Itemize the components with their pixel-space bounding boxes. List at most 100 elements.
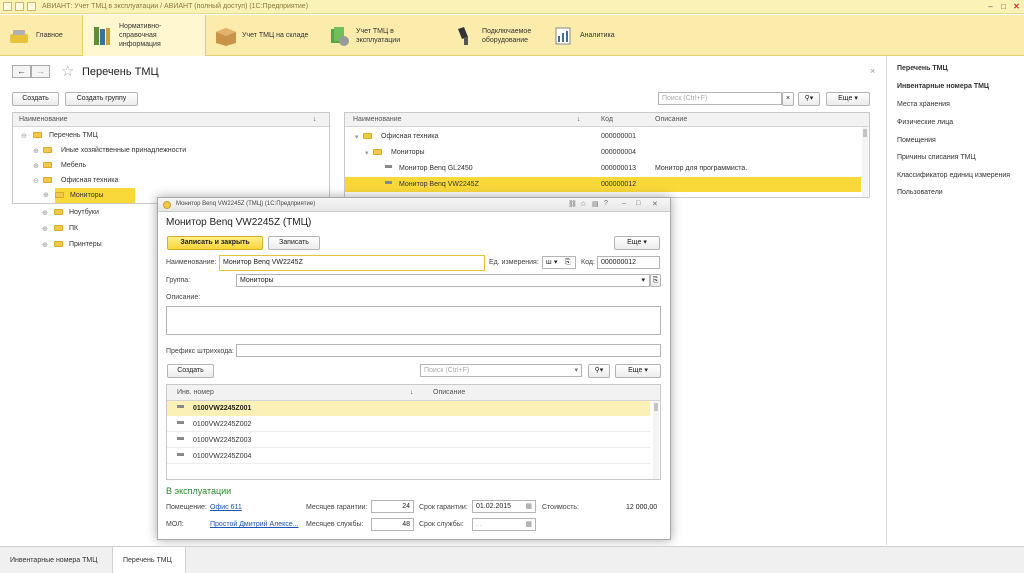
- form-more-button[interactable]: Еще ▾: [614, 236, 660, 250]
- back-arrow-icon[interactable]: ←: [12, 65, 31, 78]
- search-clear-button[interactable]: ×: [782, 92, 794, 106]
- clear-icon: ×: [785, 95, 791, 102]
- folder-icon: [54, 225, 63, 231]
- barcode-prefix-field[interactable]: [236, 344, 661, 357]
- section-reference-info[interactable]: Нормативно-справочная информация: [82, 15, 206, 56]
- chevron-down-icon: ▾: [643, 239, 647, 246]
- sort-icon[interactable]: ↓: [410, 389, 414, 396]
- open-icon[interactable]: ⎘: [565, 257, 571, 268]
- folder-icon: [373, 149, 382, 155]
- service-months-field[interactable]: 48: [371, 518, 414, 531]
- help-icon[interactable]: ?: [604, 200, 608, 207]
- group-field[interactable]: Мониторы ▾: [236, 274, 650, 287]
- inv-row[interactable]: 0100VW2245Z004: [167, 449, 650, 464]
- favorite-icon[interactable]: ☆: [580, 200, 586, 208]
- save-and-close-button[interactable]: Записать и закрыть: [167, 236, 263, 250]
- section-analytics[interactable]: Аналитика: [544, 15, 626, 56]
- item-icon: [177, 421, 184, 424]
- tree-item[interactable]: ⊕ Ноутбуки: [12, 205, 156, 220]
- maximize-icon[interactable]: □: [998, 1, 1009, 12]
- favorite-star-icon[interactable]: ☆: [61, 62, 74, 80]
- money-icon: [328, 25, 350, 47]
- list-row-selected[interactable]: Монитор Benq VW2245Z 000000012: [345, 177, 861, 192]
- nav-item-rooms[interactable]: Помещения: [897, 137, 936, 144]
- forward-arrow-icon[interactable]: →: [31, 65, 50, 78]
- more-button[interactable]: Еще ▾: [826, 92, 870, 106]
- close-icon[interactable]: ✕: [1011, 1, 1022, 12]
- dropdown-icon[interactable]: ▾: [574, 365, 578, 376]
- tree-item[interactable]: ⊕ Мебель: [13, 158, 329, 173]
- scrollbar[interactable]: [653, 401, 659, 479]
- inv-row-selected[interactable]: 0100VW2245Z001: [167, 401, 650, 416]
- minimize-icon[interactable]: –: [622, 200, 626, 207]
- maximize-icon[interactable]: □: [636, 200, 640, 207]
- code-field[interactable]: 000000012: [597, 256, 660, 269]
- warranty-date-field[interactable]: 01.02.2015 ▦: [472, 500, 536, 513]
- folder-icon: [43, 147, 52, 153]
- inv-row[interactable]: 0100VW2245Z003: [167, 433, 650, 448]
- form-heading: Монитор Benq VW2245Z (ТМЦ): [166, 217, 312, 228]
- scanner-icon: [454, 25, 476, 47]
- calendar-icon[interactable]: ▦: [525, 519, 532, 530]
- scrollbar[interactable]: [862, 127, 868, 197]
- section-in-use[interactable]: Учет ТМЦ в эксплуатации: [320, 15, 446, 56]
- home-icon: [8, 25, 30, 47]
- forward-icon[interactable]: [27, 2, 36, 11]
- item-icon: [177, 437, 184, 440]
- dropdown-icon[interactable]: ▾: [554, 257, 558, 268]
- tab-items-list[interactable]: Перечень ТМЦ: [113, 547, 186, 573]
- create-inv-button[interactable]: Создать: [167, 364, 214, 378]
- list-row[interactable]: ▾ Офисная техника 000000001: [345, 129, 859, 144]
- tree-item[interactable]: ⊖ Перечень ТМЦ: [13, 128, 329, 143]
- calendar-icon[interactable]: ▦: [525, 501, 532, 512]
- section-equipment[interactable]: Подключаемое оборудование: [446, 15, 544, 56]
- create-group-button[interactable]: Создать группу: [65, 92, 138, 106]
- search-options-button[interactable]: ⚲▾: [798, 92, 820, 106]
- group-open-button[interactable]: ⎘: [650, 274, 661, 287]
- nav-item-users[interactable]: Пользователи: [897, 189, 943, 196]
- tree-item[interactable]: ⊖ Офисная техника: [13, 173, 329, 188]
- page-close-icon[interactable]: ×: [870, 66, 875, 76]
- save-button[interactable]: Записать: [268, 236, 320, 250]
- inv-search-input[interactable]: Поиск (Ctrl+F) ▾: [420, 364, 582, 377]
- minimize-icon[interactable]: –: [985, 1, 996, 12]
- dropdown-icon[interactable]: ▾: [641, 275, 645, 286]
- nav-item-persons[interactable]: Физические лица: [897, 119, 953, 126]
- nav-item-writeoff-reasons[interactable]: Причины списания ТМЦ: [897, 154, 976, 161]
- description-textarea[interactable]: [166, 306, 661, 335]
- list-row[interactable]: ▾ Мониторы 000000004: [345, 145, 859, 160]
- tree-item[interactable]: Мониторы: [55, 188, 135, 203]
- mol-link[interactable]: Простой Дмитрий Алексе...: [210, 521, 299, 528]
- inv-row[interactable]: 0100VW2245Z002: [167, 417, 650, 432]
- section-main[interactable]: Главное: [0, 15, 82, 56]
- name-field[interactable]: Монитор Benq VW2245Z: [219, 255, 485, 271]
- nav-item-units[interactable]: Классификатор единиц измерения: [897, 172, 1010, 179]
- search-input[interactable]: Поиск (Ctrl+F): [658, 92, 782, 105]
- close-icon[interactable]: ✕: [652, 200, 658, 208]
- section-warehouse[interactable]: Учет ТМЦ на складе: [206, 15, 320, 56]
- nav-item-storage[interactable]: Места хранения: [897, 101, 950, 108]
- tree-item[interactable]: ⊕ ПК: [12, 221, 156, 236]
- window-menu-icon[interactable]: ▤: [592, 200, 599, 208]
- inv-search-options-button[interactable]: ⚲▾: [588, 364, 610, 378]
- tree-item[interactable]: ⊕ Принтеры: [12, 237, 156, 252]
- back-icon[interactable]: [15, 2, 24, 11]
- app-menu-icon[interactable]: [3, 2, 12, 11]
- tree-item[interactable]: ⊕ Иные хозяйственные принадлежности: [13, 143, 329, 158]
- create-button[interactable]: Создать: [12, 92, 59, 106]
- service-date-field[interactable]: . . ▦: [472, 518, 536, 531]
- inv-more-button[interactable]: Еще ▾: [615, 364, 661, 378]
- open-icon: ⎘: [652, 277, 659, 284]
- tab-inventory-numbers[interactable]: Инвентарные номера ТМЦ: [0, 547, 113, 573]
- item-icon: [385, 165, 392, 168]
- list-row[interactable]: Монитор Benq GL2450 000000013 Монитор для …: [345, 161, 859, 176]
- sort-icon[interactable]: ↓: [313, 116, 317, 123]
- window-title-bar: АВИАНТ: Учет ТМЦ в эксплуатации / АВИАНТ…: [0, 0, 1024, 14]
- nav-item-items-list[interactable]: Перечень ТМЦ: [897, 65, 948, 72]
- unit-field[interactable]: ш ▾ ⎘: [542, 256, 576, 269]
- warranty-months-field[interactable]: 24: [371, 500, 414, 513]
- sort-icon[interactable]: ↓: [577, 116, 581, 123]
- nav-item-inventory-numbers[interactable]: Инвентарные номера ТМЦ: [897, 83, 989, 90]
- room-link[interactable]: Офис 611: [210, 504, 242, 511]
- link-icon[interactable]: ⛓: [568, 200, 577, 208]
